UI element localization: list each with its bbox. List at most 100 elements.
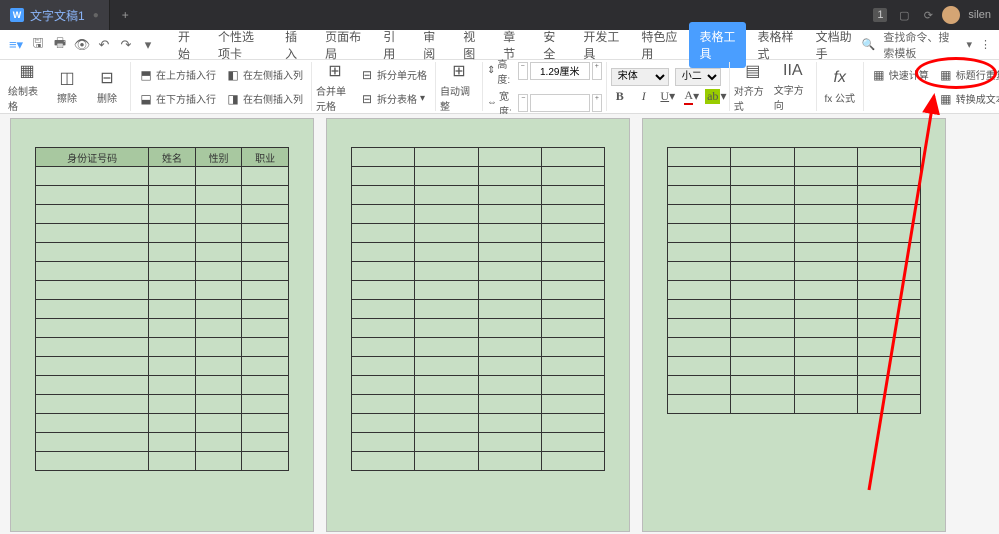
row-height-control: ⇕ 高度: − + [487,56,602,86]
height-spin-minus[interactable]: − [518,62,528,80]
align-button[interactable]: ▤对齐方式 [734,63,772,111]
width-spin-plus[interactable]: + [592,94,602,112]
th-id[interactable]: 身份证号码 [36,148,149,167]
draw-table-button[interactable]: ▦绘制表格 [8,63,46,111]
formula-icon: fx [830,68,850,88]
doc-title: 文字文稿1 [30,7,85,24]
table-row [668,300,921,319]
table-row [352,167,605,186]
app-icon-2[interactable]: ⟳ [918,5,938,25]
tab-home[interactable]: 开始 [168,22,206,68]
height-input[interactable] [530,62,590,80]
highlight-button[interactable]: ab▾ [707,88,725,106]
convert-text-icon: ▦ [939,92,953,106]
app-icon-1[interactable]: ▢ [894,5,914,25]
tab-insert[interactable]: 插入 [275,22,313,68]
th-gender[interactable]: 性别 [195,148,242,167]
table-row [352,338,605,357]
repeat-header-icon: ▦ [939,68,953,82]
insert-right-icon: ◨ [226,92,240,106]
table-row [36,224,289,243]
tab-references[interactable]: 引用 [373,22,411,68]
new-tab-button[interactable]: + [110,8,141,22]
convert-text-button[interactable]: ▦转换成文本 [935,88,999,110]
tab-table-tools[interactable]: 表格工具 [689,22,745,68]
insert-left-button[interactable]: ◧在左侧插入列 [222,64,307,86]
quick-calc-button[interactable]: ▦快速计算 [868,64,933,86]
italic-button[interactable]: I [635,88,653,106]
insert-left-icon: ◧ [226,68,240,82]
split-table-icon: ⊟ [360,92,374,106]
table-page-1[interactable]: 身份证号码 姓名 性别 职业 [35,147,289,471]
table-row [668,262,921,281]
height-spin-plus[interactable]: + [592,62,602,80]
table-row [668,205,921,224]
bold-button[interactable]: B [611,88,629,106]
font-size-select[interactable]: 小二 [675,68,721,86]
ribbon: ▦绘制表格 ◫擦除 ⊟删除 ⬒在上方插入行 ⬓在下方插入行 ◧在左侧插入列 ◨在… [0,60,999,114]
split-cell-icon: ⊟ [360,68,374,82]
search-icon: 🔍 [862,38,876,51]
table-row [36,186,289,205]
underline-button[interactable]: U▾ [659,88,677,106]
table-row [352,300,605,319]
insert-right-button[interactable]: ◨在右侧插入列 [222,88,307,110]
insert-below-button[interactable]: ⬓在下方插入行 [135,88,220,110]
align-icon: ▤ [743,61,763,81]
table-header-row[interactable]: 身份证号码 姓名 性别 职业 [36,148,289,167]
table-row [36,395,289,414]
toolbar-more[interactable]: ⋮ [980,38,991,51]
document-tab[interactable]: W 文字文稿1 ● [0,0,110,30]
delete-button[interactable]: ⊟删除 [88,63,126,111]
undo-icon[interactable]: ↶ [94,35,114,55]
save-icon[interactable]: 🖫 [28,35,48,55]
font-name-select[interactable]: 宋体 [611,68,669,86]
table-row [668,395,921,414]
preview-icon[interactable]: 👁 [72,35,92,55]
table-row [352,376,605,395]
qa-dropdown[interactable]: ▾ [138,35,158,55]
table-row [36,262,289,281]
repeat-header-button[interactable]: ▦标题行重复 [935,64,999,86]
table-row [352,262,605,281]
table-row [668,357,921,376]
th-name[interactable]: 姓名 [149,148,196,167]
table-row [352,224,605,243]
redo-icon[interactable]: ↷ [116,35,136,55]
print-icon[interactable]: 🖶 [50,35,70,55]
insert-above-button[interactable]: ⬒在上方插入行 [135,64,220,86]
table-page-3[interactable] [667,147,921,414]
th-job[interactable]: 职业 [242,148,289,167]
text-direction-button[interactable]: IIA文字方向 [774,63,812,111]
table-row [352,357,605,376]
table-row [352,243,605,262]
tab-pin-icon[interactable]: ● [93,10,99,21]
document-canvas[interactable]: 身份证号码 姓名 性别 职业 [0,114,999,534]
width-input[interactable] [530,94,590,112]
menu-dropdown[interactable]: ≡▾ [6,35,26,55]
calc-icon: ▦ [872,68,886,82]
search-label[interactable]: 查找命令、搜索模板 [883,29,958,61]
table-row [36,338,289,357]
merge-cells-button[interactable]: ⊞合并单元格 [316,63,354,111]
tab-special[interactable]: 特色应用 [631,22,687,68]
table-row [36,433,289,452]
font-color-button[interactable]: A▾ [683,88,701,106]
table-row [36,243,289,262]
table-page-2[interactable] [351,147,605,471]
split-table-button[interactable]: ⊟拆分表格▾ [356,88,431,110]
tab-doc-helper[interactable]: 文档助手 [806,22,862,68]
table-row [352,281,605,300]
tab-custom[interactable]: 个性选项卡 [208,22,273,68]
quick-access: ≡▾ 🖫 🖶 👁 ↶ ↷ ▾ [0,35,164,55]
search-dropdown[interactable]: ▾ [966,38,972,51]
formula-button[interactable]: fxfx 公式 [821,63,859,111]
avatar[interactable] [942,6,960,24]
tab-review[interactable]: 审阅 [413,22,451,68]
width-spin-minus[interactable]: − [518,94,528,112]
eraser-button[interactable]: ◫擦除 [48,63,86,111]
split-cells-button[interactable]: ⊟拆分单元格 [356,64,431,86]
titlebar-badge[interactable]: 1 [870,5,890,25]
autofit-button[interactable]: ⊞自动调整 [440,63,478,111]
table-row [36,167,289,186]
